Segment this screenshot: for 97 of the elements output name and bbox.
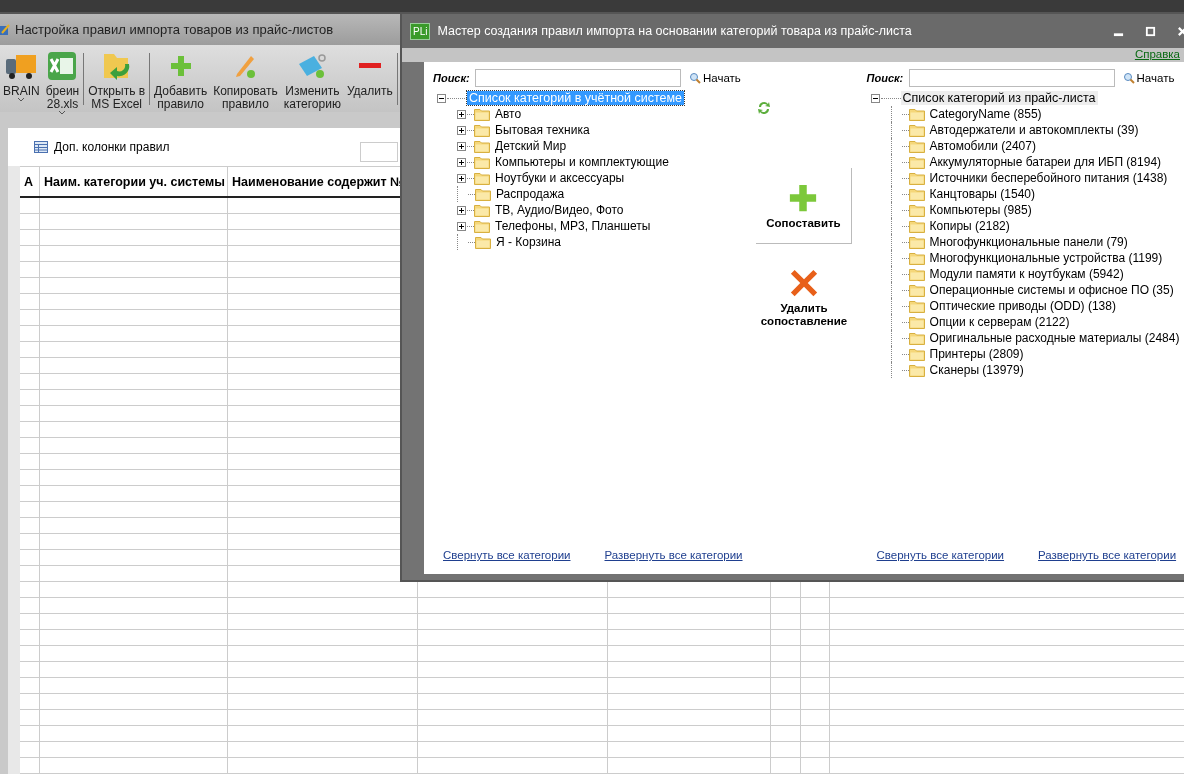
table-icon	[34, 141, 48, 153]
search-field[interactable]	[475, 69, 681, 87]
folder-icon	[908, 363, 925, 377]
tree-item[interactable]: ТВ, Аудио/Видео, Фото	[495, 203, 624, 217]
search-icon	[689, 72, 701, 84]
folder-icon	[908, 123, 925, 137]
folder-icon	[474, 203, 490, 217]
folder-icon	[908, 267, 925, 281]
tree-item[interactable]: Модули памяти к ноутбукам (5942)	[929, 267, 1124, 281]
minus-icon	[358, 63, 381, 68]
window-title: Настройка правил импорта товаров из прайс-листов	[15, 22, 334, 37]
action-button[interactable]: Сопоставить	[756, 168, 852, 244]
tree-item[interactable]: Многофункциональные устройства (1199)	[929, 251, 1163, 265]
search-button[interactable]: Начать	[1122, 72, 1175, 84]
tree-item[interactable]: Опции к серверам (2122)	[929, 315, 1070, 329]
folder-icon	[475, 187, 491, 201]
tree-item[interactable]: Автодержатели и автокомплекты (39)	[929, 123, 1139, 137]
tree-root[interactable]: Список категорий из прайс-листа	[900, 91, 1098, 105]
folder-icon	[908, 155, 925, 169]
folder-icon	[908, 171, 925, 185]
search-button[interactable]: Начать	[689, 72, 741, 84]
expand-toggle[interactable]	[457, 221, 466, 231]
toolbar-button[interactable]: Удалить	[343, 50, 396, 111]
folder-icon	[908, 107, 925, 121]
tree-item[interactable]: Копиры (2182)	[929, 219, 1010, 233]
tree-item[interactable]: Оригинальные расходные материалы (2484)	[929, 331, 1180, 345]
search-label: Поиск:	[433, 72, 471, 84]
plus-icon	[788, 182, 819, 213]
toolbar-button[interactable]: Открыть в MS Excel	[85, 50, 149, 111]
expand-toggle[interactable]	[457, 109, 466, 119]
tree-item[interactable]: Я - Корзина	[496, 235, 562, 249]
tree-item[interactable]: CategoryName (855)	[929, 107, 1042, 121]
tree-item[interactable]: Бытовая техника	[495, 123, 590, 137]
folder-icon	[908, 315, 925, 329]
column-header[interactable]: Наим. категории уч. системы	[44, 174, 225, 189]
tree-item[interactable]: Компьютеры (985)	[929, 203, 1032, 217]
tree-item[interactable]: Многофункциональные панели (79)	[929, 235, 1128, 249]
folder-icon	[474, 139, 490, 153]
folder-icon	[474, 107, 490, 121]
folder-icon	[908, 283, 925, 297]
tree-item[interactable]: Оптические приводы (ODD) (138)	[929, 299, 1116, 313]
tree-item[interactable]: Автомобили (2407)	[929, 139, 1036, 153]
maximize-icon[interactable]	[1145, 25, 1156, 37]
dialog-title: Мастер создания правил импорта на основании категорий товара из прайс-листа	[437, 24, 913, 38]
folder-icon	[908, 299, 925, 313]
toolbar-button[interactable]: Копировать правило	[210, 50, 281, 111]
folder-icon	[474, 155, 490, 169]
tree-item[interactable]: Компьютеры и комплектующие	[495, 155, 669, 169]
tree-link[interactable]: Развернуть все категории	[604, 549, 743, 561]
tree-item[interactable]: Авто	[495, 107, 522, 121]
folder-icon	[908, 235, 925, 249]
folder-icon	[908, 203, 925, 217]
folder-icon	[474, 123, 490, 137]
search-label: Поиск:	[866, 72, 905, 84]
expand-toggle[interactable]	[457, 173, 466, 183]
folder-icon	[908, 331, 925, 345]
tree-item[interactable]: Источники бесперебойного питания (1438)	[929, 171, 1168, 185]
expand-toggle[interactable]	[457, 141, 466, 151]
filter-field[interactable]	[360, 142, 398, 162]
tree-item[interactable]: Детский Мир	[495, 139, 567, 153]
toolbar-button[interactable]: Изменить категорию	[280, 50, 344, 111]
tree-item[interactable]: Телефоны, МР3, Планшеты	[495, 219, 651, 233]
folder-icon	[474, 219, 490, 233]
tree-item[interactable]: Сканеры (13979)	[929, 363, 1024, 377]
folder-icon	[475, 235, 491, 249]
columns-link[interactable]: Доп. колонки правил	[54, 140, 170, 154]
tree-item[interactable]: Операционные системы и офисное ПО (35)	[929, 283, 1174, 297]
spreadsheet-icon	[46, 50, 79, 82]
folder-icon	[908, 347, 925, 361]
cross-icon	[789, 268, 819, 298]
folder-icon	[474, 171, 490, 185]
tree-item[interactable]: Принтеры (2809)	[929, 347, 1024, 361]
refresh-icon[interactable]	[756, 100, 772, 116]
tree-link[interactable]: Развернуть все категории	[1038, 549, 1177, 561]
search-icon	[1122, 72, 1135, 84]
toolbar-button[interactable]: BRAIN	[0, 50, 43, 115]
collapse-toggle[interactable]	[870, 93, 880, 103]
tree-item[interactable]: Ноутбуки и аксессуары	[495, 171, 625, 185]
folder-icon	[908, 219, 925, 233]
folder-icon	[908, 139, 925, 153]
expand-toggle[interactable]	[457, 157, 466, 167]
toolbar-button[interactable]: Добавить правило	[151, 50, 211, 111]
tree-link[interactable]: Свернуть все категории	[876, 549, 1005, 561]
folder-icon	[908, 251, 925, 265]
expand-toggle[interactable]	[457, 205, 466, 215]
tree-item[interactable]: Распродажа	[496, 187, 565, 201]
collapse-toggle[interactable]	[437, 93, 446, 103]
toolbar-button[interactable]: бреин 28.xls	[42, 50, 83, 115]
search-field[interactable]	[908, 69, 1115, 87]
tree-item[interactable]: Канцтовары (1540)	[929, 187, 1035, 201]
column-header[interactable]: A	[24, 174, 34, 189]
folder-icon	[908, 187, 925, 201]
tree-link[interactable]: Свернуть все категории	[443, 549, 571, 561]
app-logo: PLi	[410, 22, 431, 40]
tree-item[interactable]: Аккумуляторные батареи для ИБП (8194)	[929, 155, 1162, 169]
help-link[interactable]: Справка	[1134, 48, 1180, 62]
expand-toggle[interactable]	[457, 125, 466, 135]
